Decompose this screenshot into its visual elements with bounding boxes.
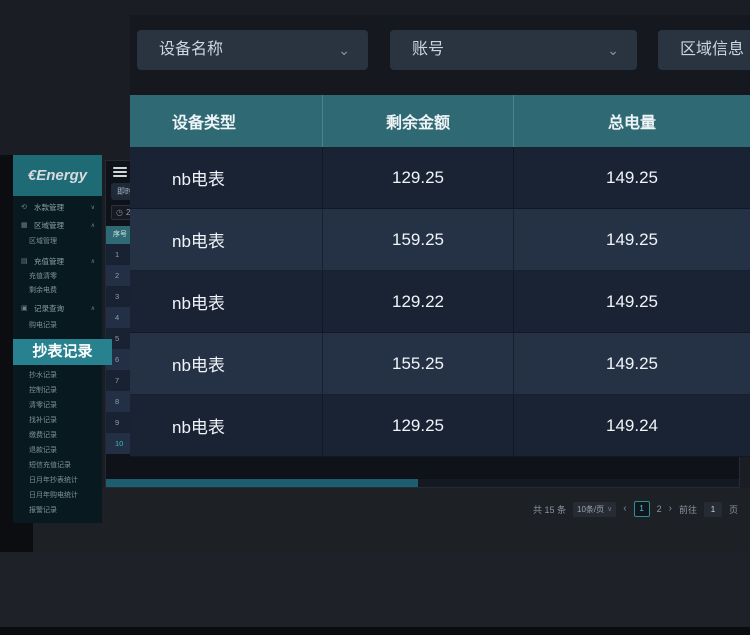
table-row: nb电表 129.22 149.25 [130, 271, 750, 333]
region-info-dropdown[interactable]: 区域信息 ⌄ [658, 30, 750, 70]
clock-icon: ◷ [116, 208, 123, 217]
goto-label: 前往 [679, 503, 697, 516]
col-header-total-power: 总电量 [513, 95, 750, 147]
page-size-value: 10条/页 [577, 504, 604, 515]
sidebar-section-payment[interactable]: ⟲ 水款管理 ∨ [13, 200, 102, 216]
col-header-remaining-amount: 剩余金额 [322, 95, 513, 147]
horizontal-scrollbar-track[interactable] [106, 479, 739, 487]
horizontal-scrollbar-thumb[interactable] [106, 479, 418, 487]
sidebar-section-recharge[interactable]: ▤ 充值管理 ∧ [13, 254, 102, 270]
page-number-current[interactable]: 1 [634, 501, 650, 517]
chevron-down-icon: ⌄ [607, 30, 619, 70]
card-icon: ▤ [21, 254, 28, 270]
table-row: nb电表 159.25 149.25 [130, 209, 750, 271]
sidebar-item-clear-records[interactable]: 清零记录 [13, 399, 102, 413]
sidebar-item-control-records[interactable]: 控制记录 [13, 384, 102, 398]
sidebar-item-adjust-records[interactable]: 找补记录 [13, 414, 102, 428]
page-number-2[interactable]: 2 [657, 504, 662, 514]
sidebar-section-records[interactable]: ▣ 记录查询 ∧ [13, 301, 102, 317]
page-size-select[interactable]: 10条/页 ∨ [573, 502, 616, 517]
sidebar-item-reading-statistics[interactable]: 日月年抄表统计 [13, 474, 102, 488]
sidebar-item-payment-records[interactable]: 缴费记录 [13, 429, 102, 443]
sidebar-item-remaining-fee[interactable]: 剩余电费 [13, 284, 102, 298]
zoomed-overlay-panel: 设备名称 ⌄ 账号 ⌄ 区域信息 ⌄ 设备类型 剩余金额 总电量 nb电表 12… [130, 15, 750, 455]
prev-page-button[interactable]: ‹ [623, 502, 626, 516]
goto-unit-label: 页 [729, 503, 738, 516]
bottom-black-strip [0, 627, 750, 635]
sidebar-section-area[interactable]: ▦ 区域管理 ∧ [13, 218, 102, 234]
sidebar-item-refund-records[interactable]: 退款记录 [13, 444, 102, 458]
chevron-down-icon: ∨ [607, 505, 612, 513]
sidebar-item-area-manage[interactable]: 区域管理 [13, 235, 102, 249]
device-name-dropdown[interactable]: 设备名称 ⌄ [137, 30, 368, 70]
sidebar: €Energy ⟲ 水款管理 ∨ ▦ 区域管理 ∧ 区域管理 ▤ 充值管理 ∧ … [13, 155, 102, 523]
table-row: nb电表 129.25 149.25 [130, 147, 750, 209]
goto-page-input[interactable]: 1 [704, 502, 722, 517]
chevron-down-icon: ∨ [91, 200, 95, 216]
page: 共 15 条 10条/页 ∨ ‹ 1 2 › 前往 1 页 即时抄表 ◷202 … [0, 0, 750, 635]
document-icon: ▣ [21, 301, 28, 317]
col-header-device-type: 设备类型 [130, 95, 322, 147]
hamburger-menu-icon[interactable] [113, 167, 127, 178]
device-table: 设备类型 剩余金额 总电量 nb电表 129.25 149.25 nb电表 15… [130, 95, 750, 457]
pagination: 共 15 条 10条/页 ∨ ‹ 1 2 › 前往 1 页 [533, 501, 738, 517]
grid-icon: ▦ [21, 218, 28, 234]
app-logo: €Energy [13, 155, 102, 196]
app-footer-band: 共 15 条 10条/页 ∨ ‹ 1 2 › 前往 1 页 [33, 488, 750, 552]
chevron-up-icon: ∧ [91, 301, 95, 317]
table-header-row: 设备类型 剩余金额 总电量 [130, 95, 750, 147]
refresh-icon: ⟲ [21, 200, 27, 216]
sidebar-item-water-reading[interactable]: 抄水记录 [13, 369, 102, 383]
chevron-down-icon: ⌄ [338, 30, 350, 70]
table-row: nb电表 129.25 149.24 [130, 395, 750, 457]
chevron-up-icon: ∧ [91, 254, 95, 270]
sidebar-item-purchase-records[interactable]: 购电记录 [13, 319, 102, 333]
page-bottom-background [0, 552, 750, 627]
sidebar-item-purchase-statistics[interactable]: 日月年购电统计 [13, 489, 102, 503]
table-row: nb电表 155.25 149.25 [130, 333, 750, 395]
chevron-up-icon: ∧ [91, 218, 95, 234]
sidebar-item-recharge-clear[interactable]: 充值清零 [13, 270, 102, 284]
sidebar-item-meter-reading-active[interactable]: 抄表记录 [13, 339, 112, 365]
sidebar-item-alarm-records[interactable]: 报警记录 [13, 504, 102, 518]
account-dropdown[interactable]: 账号 ⌄ [390, 30, 637, 70]
total-count-label: 共 15 条 [533, 503, 566, 516]
next-page-button[interactable]: › [669, 502, 672, 516]
sidebar-item-sms-recharge-records[interactable]: 短信充值记录 [13, 459, 102, 473]
